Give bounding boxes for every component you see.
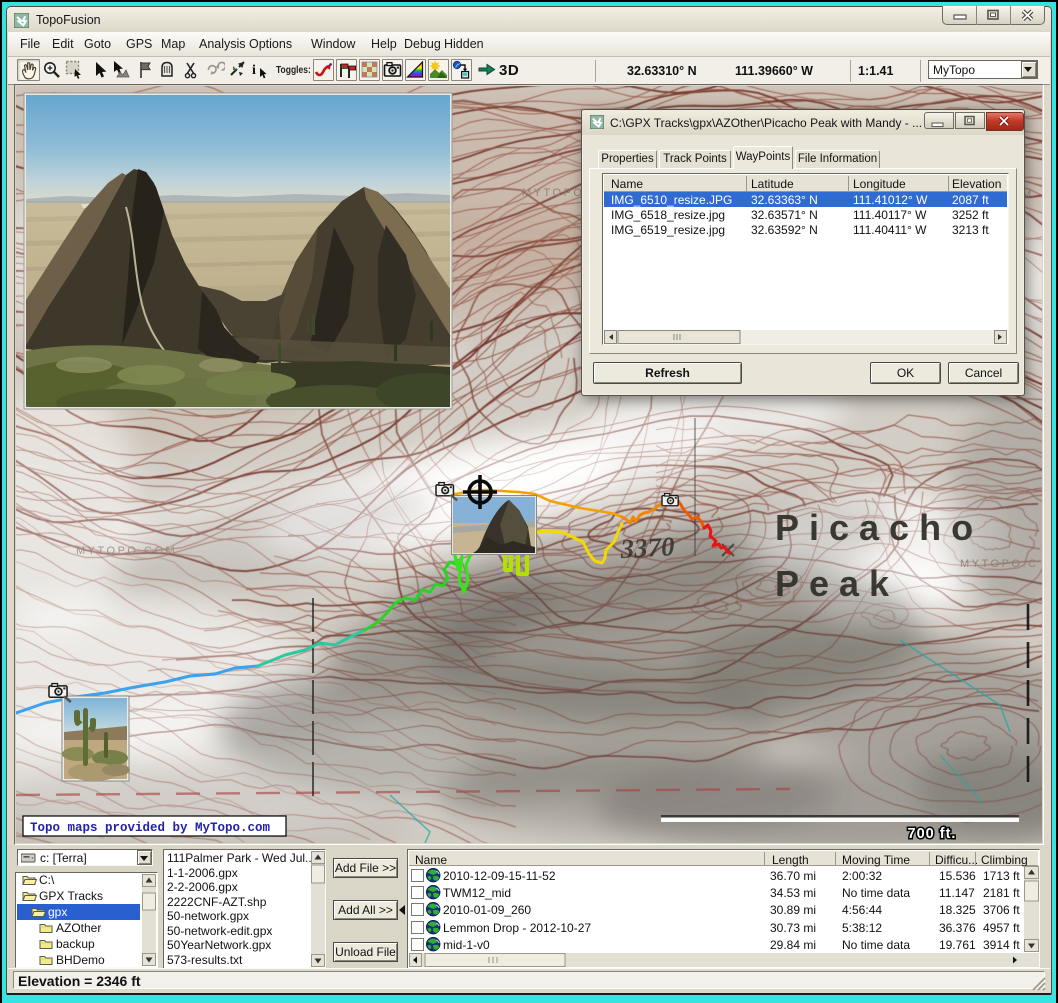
svg-text:i: i [252,63,256,78]
svg-text:Peak: Peak [775,563,899,604]
svg-text:MYTOPO.COM: MYTOPO.COM [76,545,177,557]
svg-text:Topo maps provided by MyTopo.c: Topo maps provided by MyTopo.com [30,821,271,835]
svg-text:3370: 3370 [619,531,676,564]
svg-text:MYTOPO.C: MYTOPO.C [960,558,1038,570]
svg-text:700 ft.: 700 ft. [908,826,957,842]
svg-text:Picacho: Picacho [775,507,983,548]
